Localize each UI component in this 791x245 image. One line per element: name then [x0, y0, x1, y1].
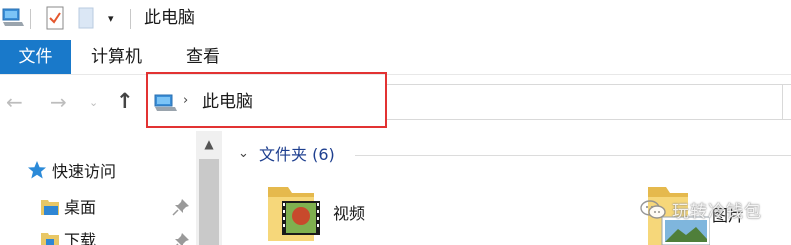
address-field-end [782, 84, 791, 120]
nav-item-quick-access[interactable]: 快速访问 [52, 161, 116, 183]
recent-locations-chevron-icon[interactable]: ⌄ [89, 97, 98, 109]
pin-icon[interactable] [172, 198, 190, 220]
window-title: 此电脑 [144, 8, 195, 28]
group-header-folders[interactable]: 文件夹 (6) [259, 144, 335, 166]
forward-arrow-icon[interactable]: → [50, 92, 67, 112]
back-arrow-icon[interactable]: ← [6, 92, 23, 112]
folder-label-videos[interactable]: 视频 [333, 203, 365, 225]
address-bar-highlight[interactable]: › 此电脑 [146, 72, 387, 128]
this-pc-icon [154, 94, 178, 116]
breadcrumb-this-pc[interactable]: 此电脑 [202, 91, 253, 113]
tab-file[interactable]: 文件 [0, 40, 71, 74]
group-divider [355, 155, 791, 156]
new-folder-icon[interactable] [78, 7, 96, 33]
nav-item-downloads[interactable]: 下载 [64, 230, 96, 245]
watermark: 玩转冷钱包 [640, 198, 762, 226]
nav-pane-scrollbar[interactable]: ▲ [196, 131, 222, 245]
desktop-folder-icon[interactable] [40, 197, 60, 221]
quick-access-star-icon[interactable] [27, 160, 47, 184]
breadcrumb-separator-icon[interactable]: › [183, 93, 188, 109]
downloads-folder-icon[interactable] [40, 230, 60, 245]
scroll-up-arrow-icon[interactable]: ▲ [196, 131, 222, 157]
ribbon-tabs: 文件 计算机 查看 [0, 40, 791, 74]
tab-computer[interactable]: 计算机 [79, 40, 154, 74]
up-arrow-icon[interactable]: ↑ [116, 91, 134, 112]
customize-toolbar-dropdown[interactable]: ▾ [108, 13, 114, 25]
scrollbar-thumb[interactable] [199, 159, 219, 245]
navigation-pane [0, 130, 222, 245]
toolbar-separator [130, 9, 131, 29]
title-bar: ▾ 此电脑 [0, 0, 791, 38]
pin-icon[interactable] [172, 232, 190, 245]
address-field[interactable] [387, 84, 791, 120]
ribbon-divider [0, 74, 791, 75]
wechat-icon [640, 199, 666, 225]
collapse-group-chevron-icon[interactable]: ⌄ [238, 147, 249, 161]
nav-item-desktop[interactable]: 桌面 [64, 197, 96, 219]
tab-view[interactable]: 查看 [174, 40, 232, 74]
videos-folder-icon[interactable] [266, 183, 324, 245]
this-pc-icon[interactable] [2, 8, 24, 32]
toolbar-separator [30, 9, 31, 29]
watermark-text: 玩转冷钱包 [672, 202, 762, 222]
properties-icon[interactable] [46, 6, 64, 34]
